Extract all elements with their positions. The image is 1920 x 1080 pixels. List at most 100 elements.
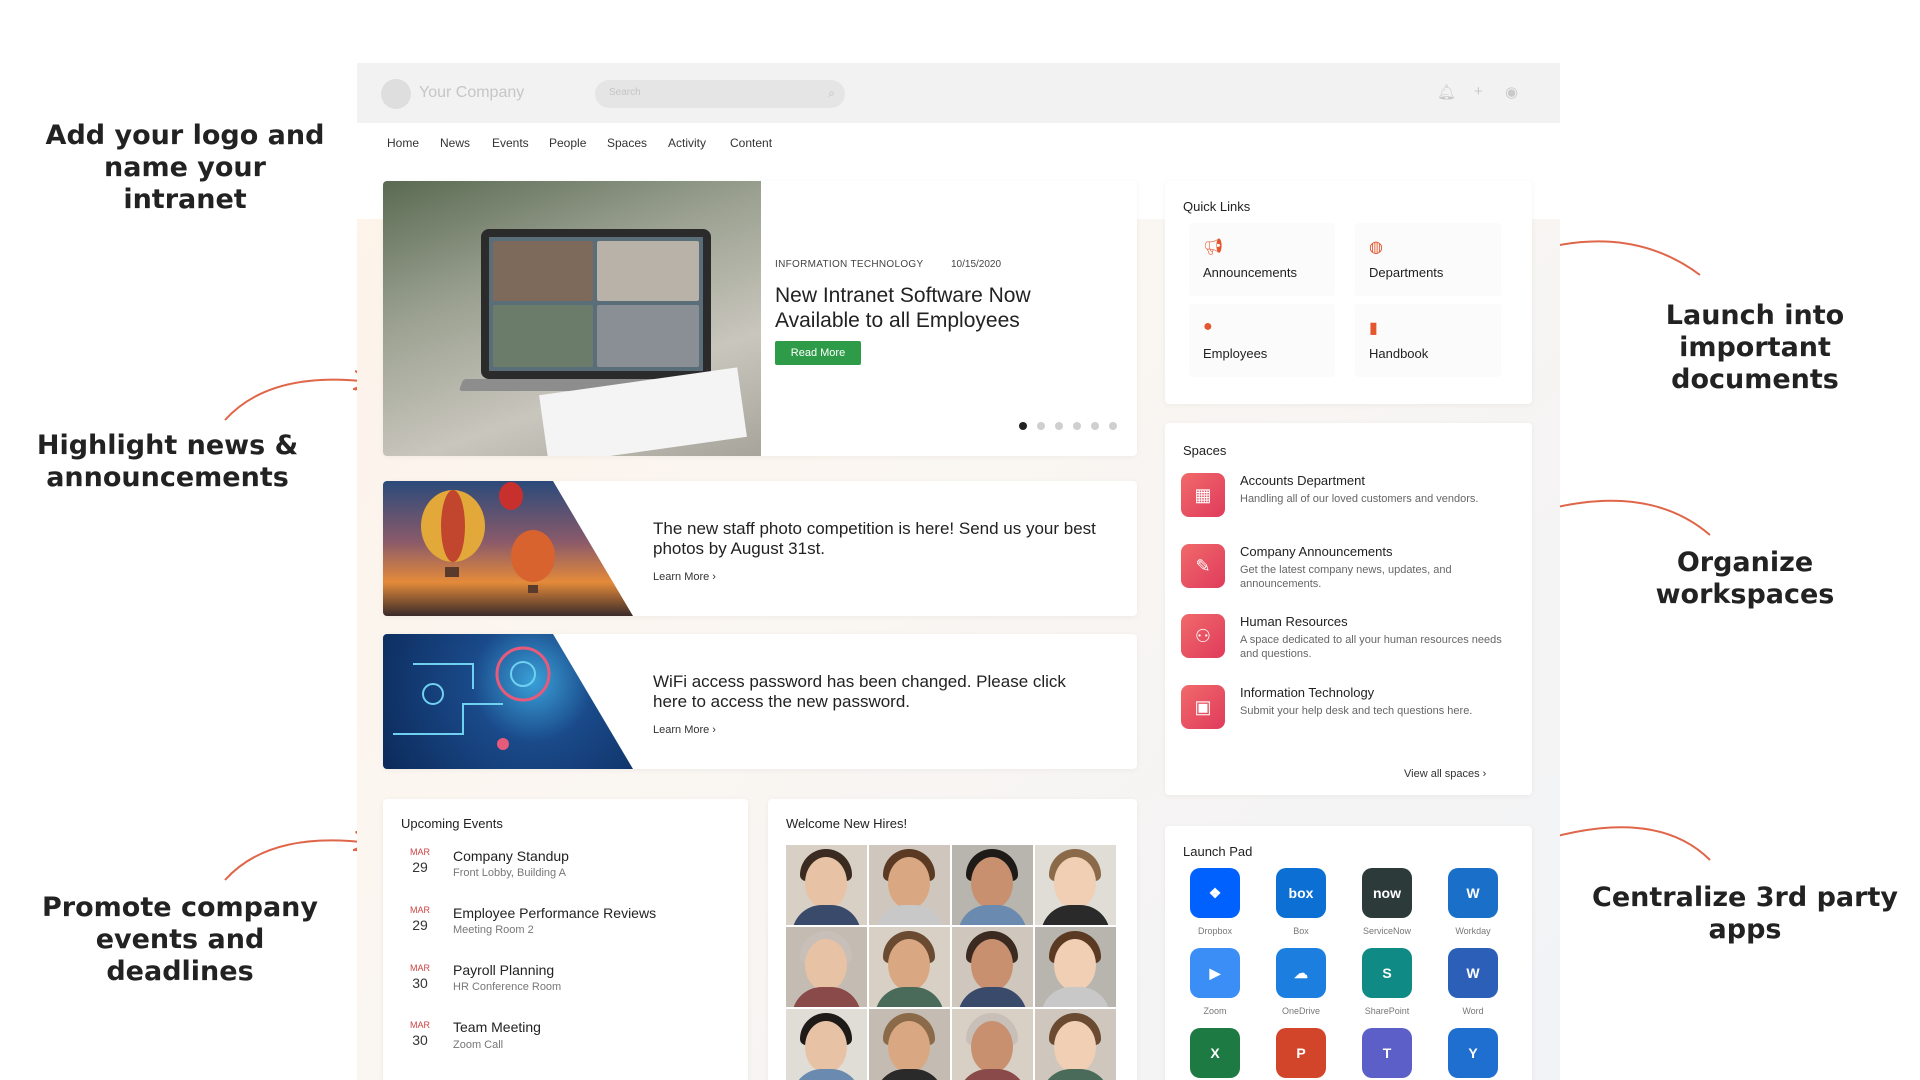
event-date: MAR 29 <box>410 905 430 933</box>
bell-icon[interactable]: 🔔︎ <box>1437 83 1456 101</box>
app-icon: W <box>1448 948 1498 998</box>
event-date: MAR 29 <box>410 847 430 875</box>
quick-link-departments[interactable]: ◍ Departments <box>1355 223 1501 296</box>
company-name: Your Company <box>419 84 525 101</box>
app-tile[interactable]: W Workday <box>1433 868 1513 948</box>
event-title[interactable]: Employee Performance Reviews <box>453 905 656 921</box>
event-location: HR Conference Room <box>453 981 562 993</box>
space-description: Submit your help desk and tech questions… <box>1240 705 1473 717</box>
space-title[interactable]: Information Technology <box>1240 685 1374 700</box>
hero-card: INFORMATION TECHNOLOGY 10/15/2020 New In… <box>383 181 1137 456</box>
book-icon: ▮ <box>1369 320 1378 337</box>
carousel-dot[interactable] <box>1091 422 1099 430</box>
new-hire-photo[interactable] <box>786 927 867 1007</box>
space-title[interactable]: Accounts Department <box>1240 473 1365 488</box>
app-icon: S <box>1362 948 1412 998</box>
pen-icon[interactable]: ✎ <box>1181 544 1225 588</box>
plus-icon[interactable]: + <box>1474 83 1483 100</box>
new-hire-photo[interactable] <box>869 1009 950 1080</box>
intranet-window: Your Company Search ⌕ 🔔︎ + ◉ Home News E… <box>357 63 1560 1080</box>
launch-pad-card: Launch Pad ❖ Dropbox box Box now ServiceNow W W… <box>1165 826 1532 1080</box>
computer-icon[interactable]: ▣ <box>1181 685 1225 729</box>
carousel-dot[interactable] <box>1055 422 1063 430</box>
new-hire-photo[interactable] <box>952 845 1033 925</box>
app-tile[interactable]: Y <box>1433 1028 1513 1080</box>
app-icon: ☁ <box>1276 948 1326 998</box>
space-description: A space dedicated to all your human reso… <box>1240 634 1502 660</box>
news-item[interactable]: WiFi access password has been changed. P… <box>383 634 1137 769</box>
nav-people[interactable]: People <box>549 136 586 150</box>
new-hire-photo[interactable] <box>1035 1009 1116 1080</box>
app-label: OneDrive <box>1281 1006 1320 1016</box>
nav-home[interactable]: Home <box>387 136 419 150</box>
app-tile[interactable]: W Word <box>1433 948 1513 1028</box>
app-tile[interactable]: P <box>1261 1028 1341 1080</box>
app-tile[interactable]: now ServiceNow <box>1347 868 1427 948</box>
event-title[interactable]: Company Standup <box>453 848 569 864</box>
app-label: SharePoint <box>1364 1006 1410 1016</box>
app-label: Box <box>1293 926 1309 936</box>
launch-pad-title: Launch Pad <box>1183 844 1253 859</box>
quick-link-announcements[interactable]: 📢︎ Announcements <box>1189 223 1335 296</box>
company-logo[interactable] <box>381 79 411 109</box>
callout-organize: Organize workspaces <box>1655 547 1835 610</box>
event-title[interactable]: Team Meeting <box>453 1019 541 1035</box>
callout-events: Promote company events and deadlines <box>41 892 318 987</box>
app-tile[interactable]: ☁ OneDrive <box>1261 948 1341 1028</box>
learn-more-link[interactable]: Learn More › <box>653 724 716 736</box>
learn-more-link[interactable]: Learn More › <box>653 571 716 583</box>
user-icon[interactable]: ◉ <box>1505 83 1518 101</box>
space-title[interactable]: Company Announcements <box>1240 544 1392 559</box>
spaces-title: Spaces <box>1183 443 1227 458</box>
app-tile[interactable]: box Box <box>1261 868 1341 948</box>
nav-spaces[interactable]: Spaces <box>607 136 647 150</box>
read-more-button[interactable]: Read More <box>775 341 861 365</box>
people-icon[interactable]: ⚇ <box>1181 614 1225 658</box>
app-tile[interactable]: T <box>1347 1028 1427 1080</box>
quick-link-handbook[interactable]: ▮ Handbook <box>1355 304 1501 377</box>
balloons-image <box>383 481 633 616</box>
carousel-dot[interactable] <box>1037 422 1045 430</box>
app-tile[interactable]: ▶ Zoom <box>1175 948 1255 1028</box>
calculator-icon[interactable]: ▦ <box>1181 473 1225 517</box>
news-text: The new staff photo competition is here!… <box>653 519 1096 558</box>
quick-link-employees[interactable]: ● Employees <box>1189 304 1335 377</box>
app-tile[interactable]: ❖ Dropbox <box>1175 868 1255 948</box>
app-tile[interactable]: S SharePoint <box>1347 948 1427 1028</box>
carousel-dot[interactable] <box>1073 422 1081 430</box>
space-description: Handling all of our loved customers and … <box>1240 493 1479 505</box>
hero-date: 10/15/2020 <box>951 259 1002 270</box>
new-hire-photo[interactable] <box>786 845 867 925</box>
nav-activity[interactable]: Activity <box>668 136 706 150</box>
hero-category: INFORMATION TECHNOLOGY <box>775 259 924 270</box>
new-hire-photo[interactable] <box>869 927 950 1007</box>
events-card: Upcoming Events MAR 29 Company Standup F… <box>383 799 748 1080</box>
nav-content[interactable]: Content <box>730 136 772 150</box>
new-hire-photo[interactable] <box>1035 927 1116 1007</box>
callout-logo: Add your logo and name your intranet <box>45 120 325 215</box>
view-all-spaces-link[interactable]: View all spaces › <box>1404 768 1486 780</box>
new-hire-photo[interactable] <box>786 1009 867 1080</box>
search-placeholder: Search <box>609 87 641 98</box>
nav-news[interactable]: News <box>440 136 470 150</box>
event-title[interactable]: Payroll Planning <box>453 962 554 978</box>
space-title[interactable]: Human Resources <box>1240 614 1348 629</box>
app-tile[interactable]: X <box>1175 1028 1255 1080</box>
nav-events[interactable]: Events <box>492 136 529 150</box>
app-icon: ❖ <box>1190 868 1240 918</box>
new-hire-photo[interactable] <box>869 845 950 925</box>
search-input[interactable]: Search ⌕ <box>595 80 845 108</box>
events-title: Upcoming Events <box>401 816 503 831</box>
event-date: MAR 30 <box>410 963 430 991</box>
app-icon: now <box>1362 868 1412 918</box>
new-hire-photo[interactable] <box>952 1009 1033 1080</box>
carousel-dot[interactable] <box>1019 422 1027 430</box>
carousel-dot[interactable] <box>1109 422 1117 430</box>
new-hire-photo[interactable] <box>1035 845 1116 925</box>
new-hire-photo[interactable] <box>952 927 1033 1007</box>
app-label: ServiceNow <box>1362 926 1411 936</box>
news-item[interactable]: The new staff photo competition is here!… <box>383 481 1137 616</box>
quick-links-title: Quick Links <box>1183 199 1251 214</box>
app-label: Dropbox <box>1197 926 1233 936</box>
new-hires-card: Welcome New Hires! <box>768 799 1137 1080</box>
